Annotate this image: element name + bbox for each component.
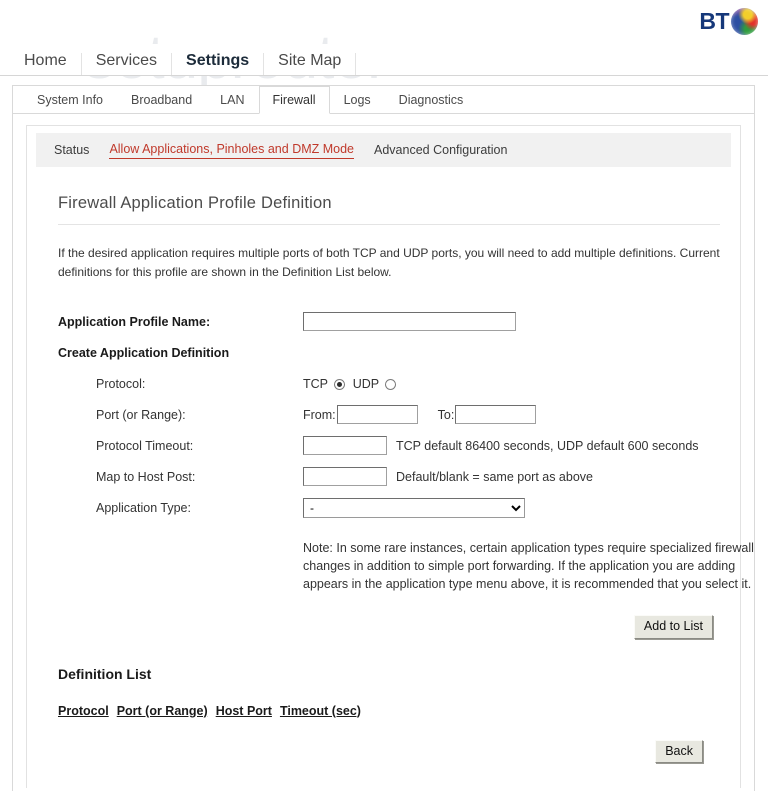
port-from-input[interactable] xyxy=(336,405,418,424)
column-header-host-port: Host Port xyxy=(215,703,272,718)
add-to-list-button[interactable]: Add to List xyxy=(633,615,713,639)
definition-list-header: Protocol Port (or Range) Host Port Timeout … xyxy=(58,704,720,718)
bt-globe-icon xyxy=(731,7,758,35)
row-application-type: Application Type: - xyxy=(58,492,720,523)
application-type-note: Note: In some rare instances, certain ap… xyxy=(303,541,754,591)
page-title: Firewall Application Profile Definition xyxy=(58,194,720,225)
column-header-protocol: Protocol xyxy=(58,703,109,718)
tab-system-info[interactable]: System Info xyxy=(23,86,117,114)
bt-wordmark: BT xyxy=(699,7,729,34)
label-application-profile-name: Application Profile Name: xyxy=(58,314,211,329)
row-application-profile-name: Application Profile Name: xyxy=(58,306,720,337)
subtab-status[interactable]: Status xyxy=(54,143,89,157)
definition-list-title: Definition List xyxy=(58,665,152,682)
bt-logo: BT xyxy=(699,4,758,38)
tab-logs[interactable]: Logs xyxy=(330,86,385,114)
nav-item-settings[interactable]: Settings xyxy=(171,53,265,75)
label-protocol: Protocol: xyxy=(96,376,146,391)
sub-tab-bar: Status Allow Applications, Pinholes and … xyxy=(36,133,731,167)
label-port-to: To: xyxy=(437,407,455,422)
protocol-timeout-input[interactable] xyxy=(303,436,387,455)
back-button-row: Back xyxy=(47,739,703,764)
label-port-from: From: xyxy=(303,407,336,422)
intro-paragraph: If the desired application requires mult… xyxy=(58,246,720,279)
row-map-to-host-post: Map to Host Post: Default/blank = same p… xyxy=(58,461,720,492)
tab-lan[interactable]: LAN xyxy=(206,86,258,114)
map-to-host-post-input[interactable] xyxy=(303,467,387,486)
application-profile-name-input[interactable] xyxy=(303,312,516,331)
subtab-allow-applications-pinholes-dmz[interactable]: Allow Applications, Pinholes and DMZ Mod… xyxy=(109,142,355,159)
row-protocol-timeout: Protocol Timeout: TCP default 86400 seco… xyxy=(58,430,720,461)
subtab-advanced-configuration[interactable]: Advanced Configuration xyxy=(374,143,507,157)
tab-broadband[interactable]: Broadband xyxy=(117,86,206,114)
label-protocol-udp: UDP xyxy=(352,376,380,391)
back-button[interactable]: Back xyxy=(655,739,703,764)
application-type-select[interactable]: - xyxy=(303,497,525,518)
application-definition-form: Application Profile Name: Create Applica… xyxy=(58,306,754,639)
label-port-range: Port (or Range): xyxy=(96,407,186,422)
section-tabs: System Info Broadband LAN Firewall Logs … xyxy=(13,86,754,114)
add-to-list-button-row: Add to List xyxy=(58,615,713,639)
port-to-input[interactable] xyxy=(455,405,537,424)
content-panel: Status Allow Applications, Pinholes and … xyxy=(26,125,754,788)
nav-item-services[interactable]: Services xyxy=(80,53,173,75)
label-application-type: Application Type: xyxy=(96,500,191,515)
create-application-definition-heading: Create Application Definition xyxy=(58,346,230,360)
tab-diagnostics[interactable]: Diagnostics xyxy=(385,86,478,114)
page-content: Firewall Application Profile Definition … xyxy=(27,194,754,764)
protocol-radio-group: TCP UDP xyxy=(303,377,400,391)
label-protocol-timeout: Protocol Timeout: xyxy=(96,438,194,453)
page-header: BT xyxy=(0,0,768,44)
column-header-timeout-sec: Timeout (sec) xyxy=(279,703,361,718)
protocol-timeout-hint: TCP default 86400 seconds, UDP default 6… xyxy=(396,438,699,453)
main-navigation: Home Services Settings Site Map xyxy=(0,44,768,76)
nav-item-site-map[interactable]: Site Map xyxy=(263,53,357,75)
row-port-range: Port (or Range): From: To: xyxy=(58,399,720,430)
column-header-port-range: Port (or Range) xyxy=(116,703,208,718)
row-protocol: Protocol: TCP UDP xyxy=(58,368,720,399)
page-frame: System Info Broadband LAN Firewall Logs … xyxy=(12,85,755,791)
tab-firewall[interactable]: Firewall xyxy=(258,86,330,114)
label-map-to-host-post: Map to Host Post: xyxy=(96,469,196,484)
nav-item-home[interactable]: Home xyxy=(10,53,82,75)
radio-protocol-tcp[interactable] xyxy=(334,378,346,390)
radio-protocol-udp[interactable] xyxy=(385,378,397,390)
label-protocol-tcp: TCP xyxy=(303,376,328,391)
map-to-host-post-hint: Default/blank = same port as above xyxy=(396,469,593,484)
